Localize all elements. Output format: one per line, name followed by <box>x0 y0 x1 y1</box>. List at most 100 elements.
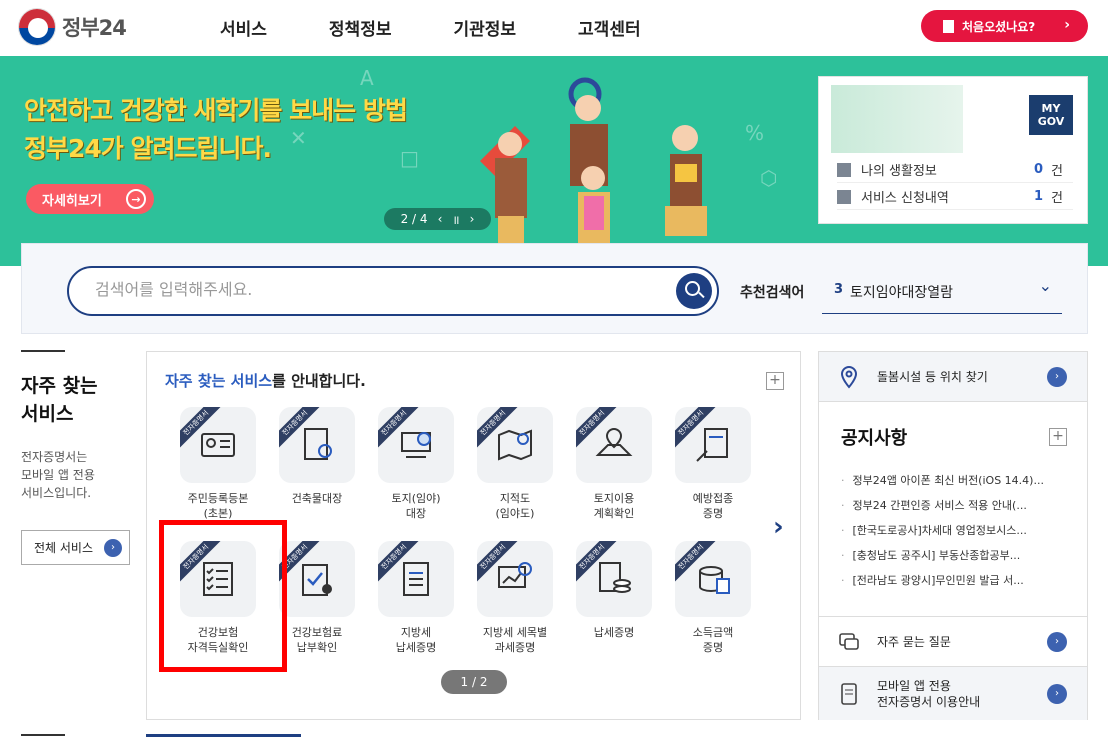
recommend-dropdown[interactable]: 3 토지임야대장열람 ⌄ <box>822 266 1062 314</box>
frequent-services-panel: 자주 찾는 서비스를 안내합니다. + 전자증명서 주민등록등본 (초본) 전자증명서… <box>146 351 801 720</box>
service-label: 예방접종증명 <box>668 491 758 521</box>
desc-line2: 모바일 앱 전용 <box>21 468 95 482</box>
nav-policy[interactable]: 정책정보 <box>329 15 392 40</box>
more-plus-icon[interactable]: + <box>766 372 784 390</box>
main-nav: 서비스 정책정보 기관정보 고객센터 <box>220 15 641 40</box>
all-services-button[interactable]: 전체 서비스 › <box>21 530 130 565</box>
notice-item[interactable]: [전라남도 광양시]무인민원 발급 서... <box>841 568 1071 593</box>
frequent-services-intro: 자주 찾는 서비스 전자증명서는 모바일 앱 전용 서비스입니다. <box>21 350 131 502</box>
service-label-line2: 증명 <box>702 507 724 520</box>
mygov-badge-line2: GOV <box>1037 115 1065 128</box>
service-cadastral-map[interactable]: 전자증명서 지적도 (임야도) <box>470 407 560 521</box>
service-label-line1: 지적도 <box>499 492 531 505</box>
chevron-right-icon: › <box>1064 17 1070 33</box>
banner-title-line1: 안전하고 건강한 새학기를 보내는 방법 <box>24 96 408 125</box>
service-income-amount[interactable]: 전자증명서 소득금액 증명 <box>668 541 758 655</box>
service-land-register[interactable]: 전자증명서 토지(임야) 대장 <box>371 407 461 521</box>
mobile-guide-text: 모바일 앱 전용 전자증명서 이용안내 <box>877 678 980 710</box>
selection-highlight-box <box>159 520 287 672</box>
mygov-badge-line1: MY <box>1041 102 1061 115</box>
id-card-icon: 전자증명서 <box>180 407 256 483</box>
right-column: 돌봄시설 등 위치 찾기 › 공지사항 + 정부24앱 아이폰 최신 버전(iO… <box>818 351 1088 720</box>
search-button[interactable] <box>676 273 712 309</box>
mobile-guide-line2: 전자증명서 이용안내 <box>877 694 981 709</box>
first-visit-button[interactable]: 처음오셨나요? › <box>921 10 1088 42</box>
nav-services[interactable]: 서비스 <box>220 15 267 40</box>
notice-heading: 공지사항 <box>841 428 908 449</box>
service-label: 지적도 (임야도) <box>470 491 560 521</box>
banner-title-line2: 정부24가 알려드립니다. <box>24 134 272 163</box>
care-facility-finder[interactable]: 돌봄시설 등 위치 찾기 › <box>819 352 1087 402</box>
service-label-line1: 주민등록등본 <box>187 492 249 505</box>
mobile-document-icon <box>841 682 857 705</box>
header: 정부24 서비스 정책정보 기관정보 고객센터 처음오셨나요? › <box>0 0 1108 56</box>
service-label-line2: 증명 <box>702 641 724 654</box>
notice-item[interactable]: 정부24 간편인증 서비스 적용 안내(... <box>841 493 1071 518</box>
service-label-line1: 건축물대장 <box>291 492 343 505</box>
banner-detail-button[interactable]: 자세히보기 → <box>26 184 154 214</box>
tax-document-icon: 전자증명서 <box>378 541 454 617</box>
service-tax-payment[interactable]: 전자증명서 납세증명 <box>569 541 659 640</box>
arrow-right-icon: › <box>1047 683 1067 704</box>
service-label: 지방세 세목별 과세증명 <box>470 625 560 655</box>
count-unit: 건 <box>1051 191 1063 206</box>
desc-line3: 서비스입니다. <box>21 486 92 500</box>
service-building-register[interactable]: 전자증명서건축물대장 <box>272 407 362 506</box>
service-local-tax[interactable]: 전자증명서 지방세 납세증명 <box>371 541 461 655</box>
notice-item[interactable]: [충청남도 공주시] 부동산종합공부... <box>841 543 1071 568</box>
count-unit: 건 <box>1051 164 1063 179</box>
notice-item[interactable]: 정부24앱 아이폰 최신 버전(iOS 14.4)... <box>841 468 1071 493</box>
mygov-card: MY GOV 나의 생활정보 0 건 서비스 신청내역 1 건 <box>818 76 1088 224</box>
notice-item[interactable]: [한국도로공사]차세대 영업정보시스... <box>841 518 1071 543</box>
recommend-label: 추천검색어 <box>740 285 805 301</box>
service-label-line2: 대장 <box>405 507 427 520</box>
service-resident-registration[interactable]: 전자증명서 주민등록등본 (초본) <box>173 407 263 521</box>
mobile-certificate-guide[interactable]: 모바일 앱 전용 전자증명서 이용안내 › <box>819 666 1087 720</box>
service-label-line1: 납세증명 <box>593 626 635 639</box>
banner-pager-text: 2 / 4 <box>400 212 428 226</box>
services-title-rest: 를 안내합니다. <box>272 372 366 390</box>
section-description: 전자증명서는 모바일 앱 전용 서비스입니다. <box>21 448 131 502</box>
service-label-line2: 과세증명 <box>494 641 536 654</box>
logo[interactable]: 정부24 <box>18 8 127 46</box>
service-label: 토지(임야) 대장 <box>371 491 461 521</box>
divider <box>21 734 65 736</box>
nav-agency[interactable]: 기관정보 <box>453 15 516 40</box>
chevron-down-icon[interactable]: ⌄ <box>1039 276 1052 295</box>
search-icon <box>685 281 700 296</box>
section-heading-line1: 자주 찾는 <box>21 375 98 397</box>
search-input[interactable] <box>95 280 655 299</box>
service-vaccination[interactable]: 전자증명서예방접종증명 <box>668 407 758 521</box>
pause-icon[interactable]: ॥ <box>452 211 459 228</box>
service-land-use[interactable]: 전자증명서 토지이용 계획확인 <box>569 407 659 521</box>
land-use-pin-icon: 전자증명서 <box>576 407 652 483</box>
notice-more-plus-icon[interactable]: + <box>1049 428 1067 446</box>
services-title-highlight: 자주 찾는 서비스 <box>165 372 273 390</box>
mobile-guide-line1: 모바일 앱 전용 <box>877 678 951 693</box>
building-document-icon: 전자증명서 <box>279 407 355 483</box>
nav-customer-center[interactable]: 고객센터 <box>578 15 641 40</box>
my-life-info-count: 0 <box>1033 162 1043 177</box>
divider <box>21 350 65 352</box>
all-services-label: 전체 서비스 <box>34 541 94 555</box>
my-life-info-label: 나의 생활정보 <box>861 164 937 179</box>
service-applications-row[interactable]: 서비스 신청내역 1 건 <box>837 184 1073 210</box>
recommend-keyword[interactable]: 토지임야대장열람 <box>850 282 953 302</box>
hexagon-decoration-icon: ⬡ <box>760 166 778 190</box>
banner-pager: 2 / 4 ‹ ॥ › <box>384 208 491 230</box>
faq-link[interactable]: 자주 묻는 질문 › <box>819 616 1087 666</box>
next-page-arrow-icon[interactable]: › <box>773 512 784 542</box>
search-area: 추천검색어 3 토지임야대장열람 ⌄ <box>21 243 1088 334</box>
service-label: 납세증명 <box>569 625 659 640</box>
service-label-line1: 지방세 <box>400 626 432 639</box>
section-heading-line2: 서비스 <box>21 403 74 425</box>
mygov-button[interactable]: MY GOV <box>1029 95 1073 135</box>
service-local-tax-item[interactable]: 전자증명서 지방세 세목별 과세증명 <box>470 541 560 655</box>
prev-icon[interactable]: ‹ <box>438 212 443 226</box>
service-applications-count: 1 <box>1033 189 1043 204</box>
service-label-line1: 예방접종 <box>692 492 734 505</box>
vaccination-certificate-icon: 전자증명서 <box>675 407 751 483</box>
next-icon[interactable]: › <box>470 212 475 226</box>
arrow-right-icon: › <box>104 539 122 557</box>
my-life-info-row[interactable]: 나의 생활정보 0 건 <box>837 157 1073 183</box>
